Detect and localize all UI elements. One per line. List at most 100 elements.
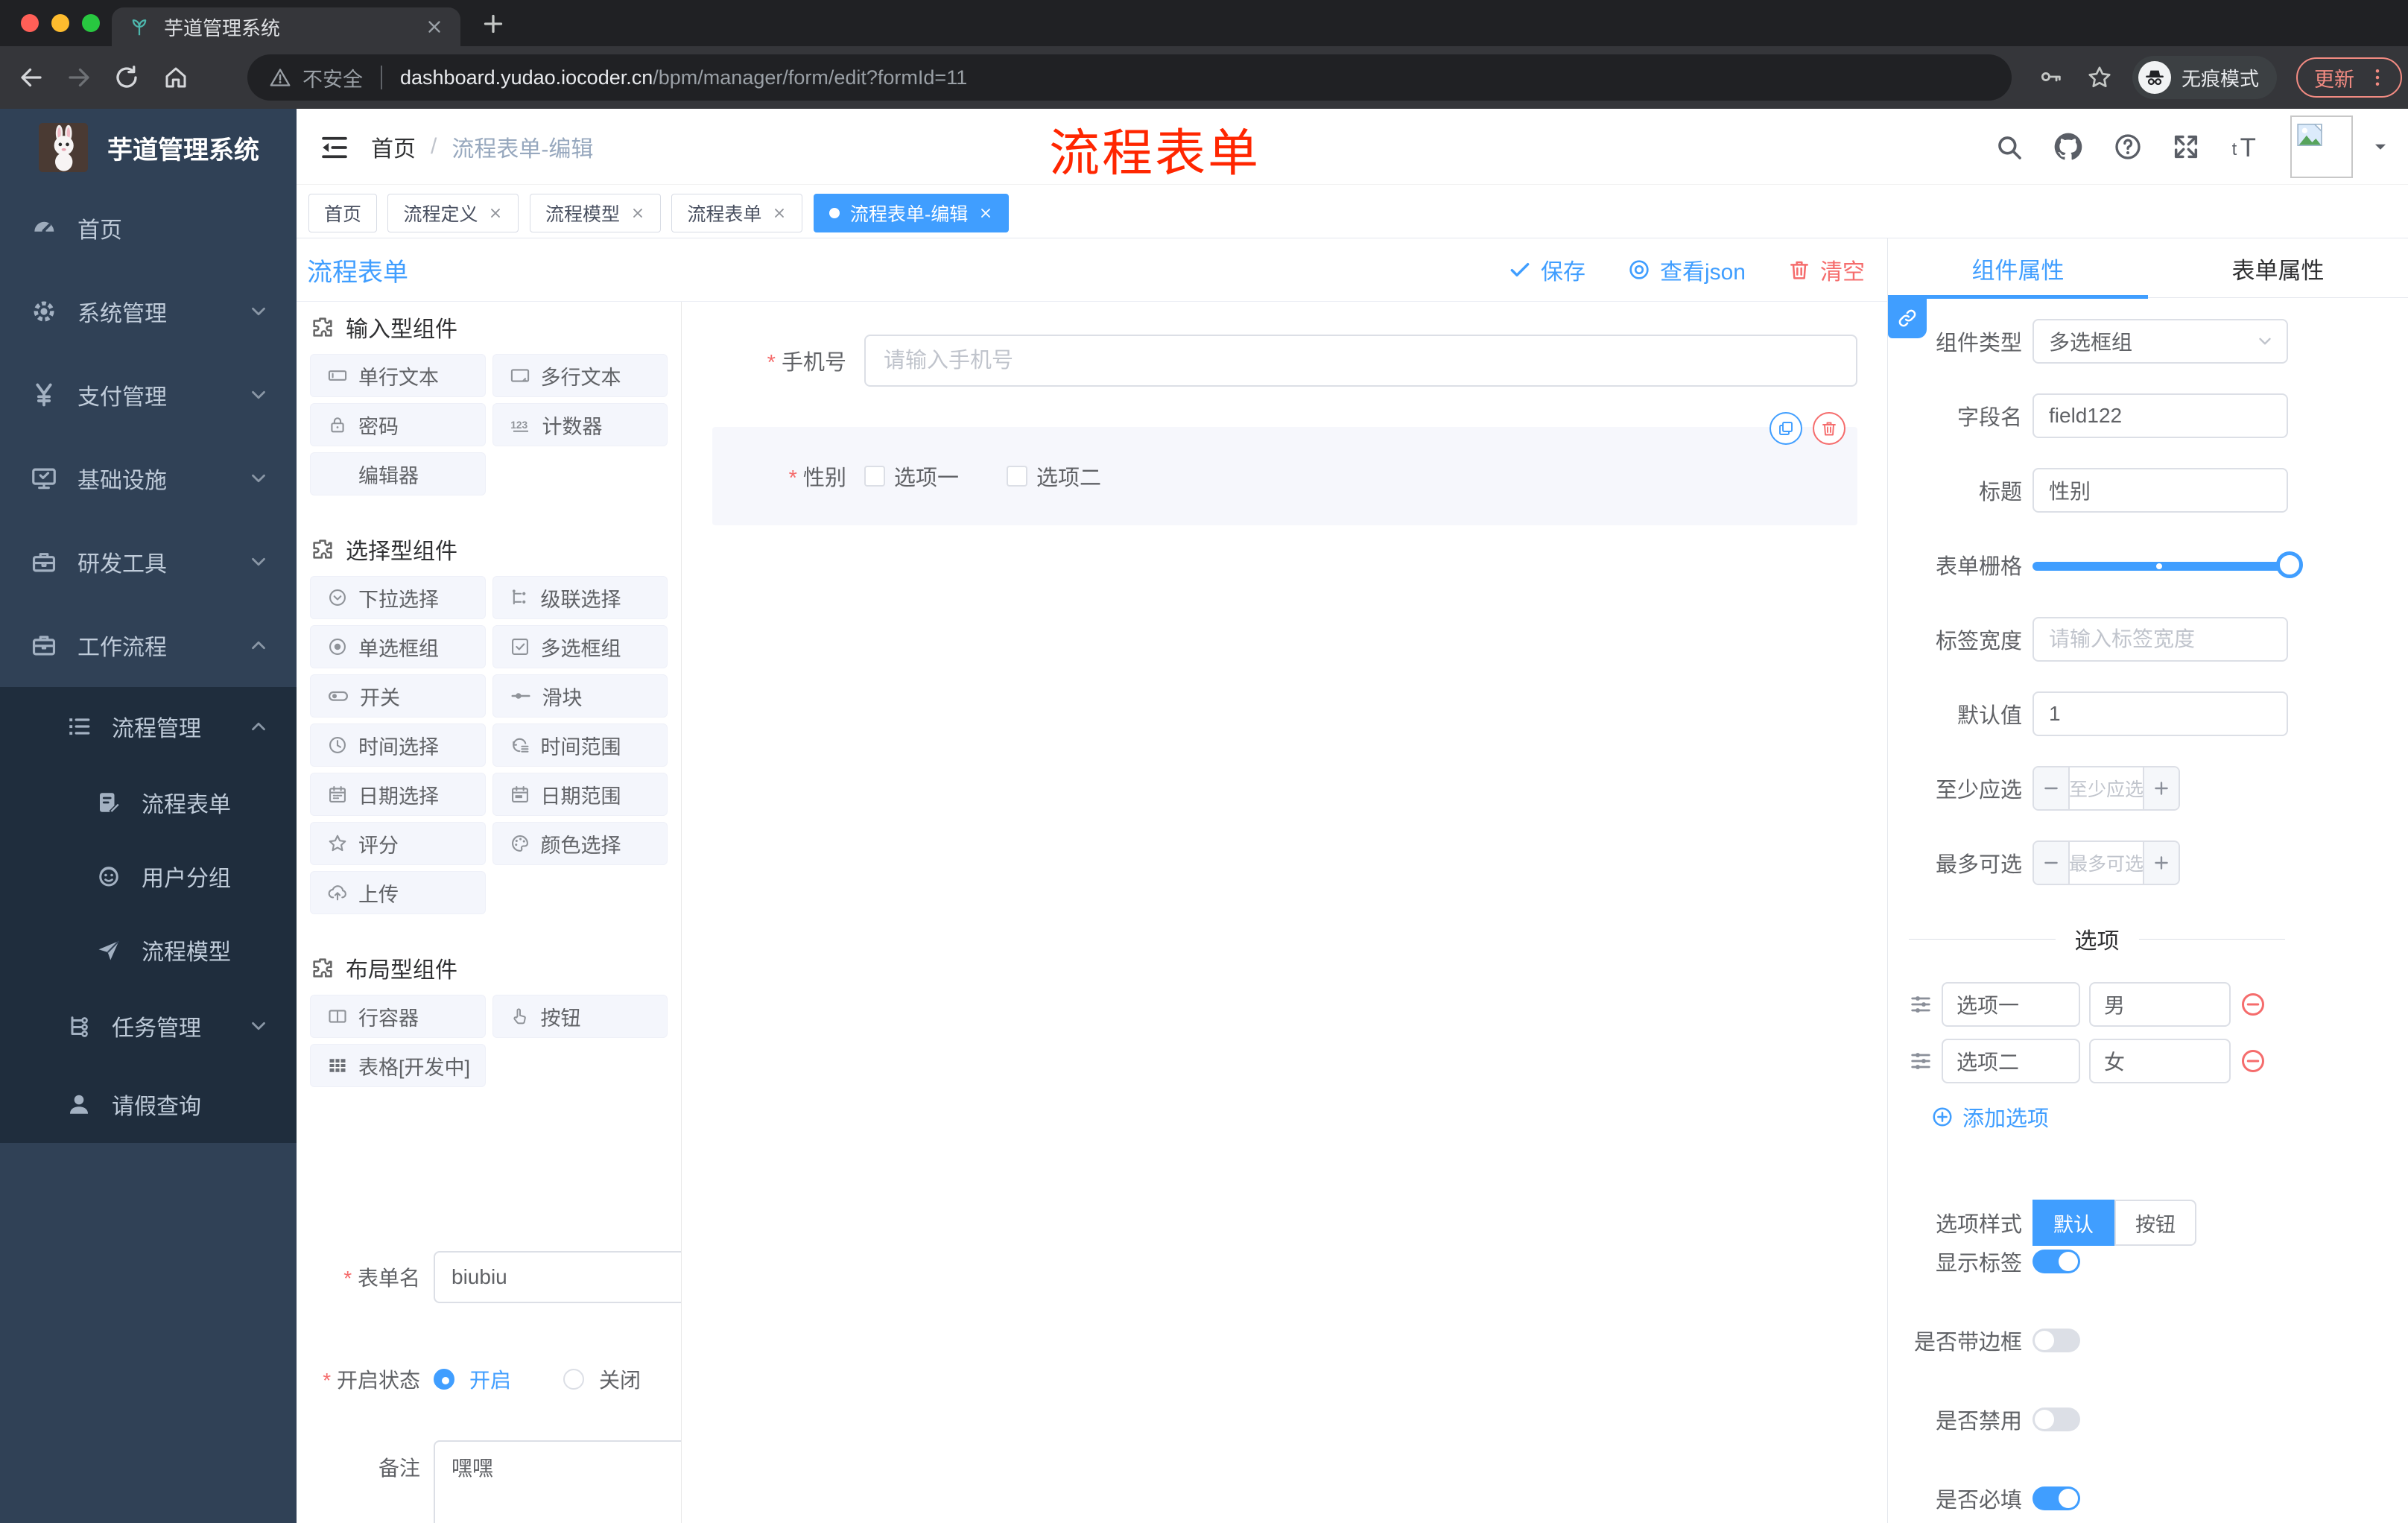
component-time-range[interactable]: 时间范围 — [492, 723, 668, 767]
tag-process-form[interactable]: 流程表单 — [671, 194, 803, 232]
component-row-container[interactable]: 行容器 — [310, 995, 486, 1038]
view-json-button[interactable]: 查看json — [1627, 253, 1746, 286]
component-cascader[interactable]: 级联选择 — [492, 576, 668, 619]
tab-component-props[interactable]: 组件属性 — [1888, 238, 2148, 298]
option-value-input[interactable] — [2089, 1039, 2231, 1083]
form-canvas[interactable]: 手机号 性别 选项一 选项二 — [682, 302, 1887, 1523]
option-label-input[interactable] — [1942, 1039, 2080, 1083]
border-switch[interactable] — [2032, 1329, 2080, 1352]
back-icon[interactable] — [18, 64, 45, 91]
show-label-switch[interactable] — [2032, 1250, 2080, 1273]
bookmark-star-icon[interactable] — [2086, 64, 2113, 91]
status-radio-on[interactable]: 开启 — [434, 1364, 511, 1394]
sidebar-collapse-icon[interactable] — [319, 132, 350, 163]
canvas-selected-widget-gender[interactable]: 性别 选项一 选项二 — [712, 412, 1857, 525]
help-icon[interactable] — [2113, 132, 2143, 162]
sidebar-item-process-mgmt[interactable]: 流程管理 — [0, 687, 297, 765]
component-slider[interactable]: 滑块 — [492, 674, 668, 718]
browser-tab[interactable]: 芋道管理系统 — [112, 7, 460, 46]
security-label[interactable]: 不安全 — [302, 63, 363, 92]
sidebar-item-process-model[interactable]: 流程模型 — [0, 913, 297, 987]
disabled-switch[interactable] — [2032, 1408, 2080, 1431]
slider-handle[interactable] — [2276, 551, 2303, 578]
phone-input[interactable] — [864, 335, 1857, 387]
remove-option-button[interactable] — [2240, 991, 2266, 1018]
stepper-value[interactable]: 至少应选 — [2070, 767, 2143, 809]
sidebar-item-devtools[interactable]: 研发工具 — [0, 520, 297, 604]
url-bar[interactable]: 不安全 dashboard.yudao.iocoder.cn/bpm/manag… — [247, 54, 2012, 101]
gender-option-2[interactable]: 选项二 — [1007, 460, 1101, 492]
stepper-minus-button[interactable] — [2034, 842, 2070, 884]
component-rate[interactable]: 评分 — [310, 822, 486, 865]
drag-handle-icon[interactable] — [1909, 1049, 1933, 1073]
window-zoom-button[interactable] — [82, 14, 100, 32]
app-logo-row[interactable]: 芋道管理系统 — [0, 109, 297, 186]
save-button[interactable]: 保存 — [1508, 253, 1585, 286]
search-icon[interactable] — [1994, 132, 2024, 162]
gender-option-1[interactable]: 选项一 — [864, 460, 959, 492]
status-radio-off[interactable]: 关闭 — [563, 1364, 641, 1394]
form-name-input[interactable] — [434, 1251, 681, 1303]
default-value-input[interactable] — [2032, 691, 2288, 736]
form-grid-slider[interactable] — [2032, 542, 2303, 587]
component-select[interactable]: 下拉选择 — [310, 576, 486, 619]
stepper-value[interactable]: 最多可选 — [2070, 842, 2143, 884]
tag-process-definition[interactable]: 流程定义 — [387, 194, 519, 232]
key-icon[interactable] — [2038, 64, 2064, 89]
font-size-icon[interactable] — [2229, 130, 2262, 163]
option-label-input[interactable] — [1942, 982, 2080, 1027]
stepper-plus-button[interactable] — [2143, 767, 2179, 809]
not-secure-warning-icon[interactable] — [270, 67, 291, 88]
home-icon[interactable] — [162, 64, 189, 91]
form-remark-textarea[interactable]: 嘿嘿 — [434, 1440, 681, 1523]
component-switch[interactable]: 开关 — [310, 674, 486, 718]
sidebar-item-process-form[interactable]: 流程表单 — [0, 765, 297, 839]
required-switch[interactable] — [2032, 1486, 2080, 1510]
component-date-picker[interactable]: 日期选择 — [310, 773, 486, 816]
component-editor[interactable]: 编辑器 — [310, 452, 486, 495]
sidebar-item-leave-query[interactable]: 请假查询 — [0, 1065, 297, 1143]
component-radio-group[interactable]: 单选框组 — [310, 625, 486, 668]
tab-close-icon[interactable] — [425, 17, 444, 37]
avatar[interactable] — [2290, 115, 2353, 178]
component-counter[interactable]: 计数器 — [492, 403, 668, 446]
sidebar-item-payment[interactable]: 支付管理 — [0, 353, 297, 437]
sidebar-item-user-group[interactable]: 用户分组 — [0, 839, 297, 913]
component-table-dev[interactable]: 表格[开发中] — [310, 1044, 486, 1087]
tag-close-icon[interactable] — [772, 206, 787, 221]
tag-home[interactable]: 首页 — [308, 194, 378, 232]
style-default-button[interactable]: 默认 — [2032, 1200, 2114, 1246]
tab-form-props[interactable]: 表单属性 — [2148, 238, 2408, 298]
component-upload[interactable]: 上传 — [310, 871, 486, 914]
reload-icon[interactable] — [113, 64, 140, 91]
tag-close-icon[interactable] — [978, 206, 993, 221]
component-time-picker[interactable]: 时间选择 — [310, 723, 486, 767]
github-icon[interactable] — [2052, 130, 2085, 163]
sidebar-item-system[interactable]: 系统管理 — [0, 270, 297, 353]
field-link-toggle[interactable] — [1888, 298, 1927, 338]
component-password[interactable]: 密码 — [310, 403, 486, 446]
style-button-button[interactable]: 按钮 — [2114, 1200, 2196, 1246]
sidebar-item-home[interactable]: 首页 — [0, 186, 297, 270]
canvas-phone-field[interactable]: 手机号 — [712, 335, 1857, 387]
title-input[interactable] — [2032, 468, 2288, 513]
label-width-input[interactable] — [2032, 617, 2288, 662]
sidebar-item-infra[interactable]: 基础设施 — [0, 437, 297, 520]
tag-close-icon[interactable] — [488, 206, 503, 221]
drag-handle-icon[interactable] — [1909, 992, 1933, 1016]
remove-option-button[interactable] — [2240, 1048, 2266, 1074]
tag-process-model[interactable]: 流程模型 — [529, 194, 661, 232]
stepper-plus-button[interactable] — [2143, 842, 2179, 884]
widget-copy-button[interactable] — [1769, 412, 1802, 445]
breadcrumb-home[interactable]: 首页 — [371, 130, 416, 163]
new-tab-icon[interactable] — [480, 10, 507, 37]
component-date-range[interactable]: 日期范围 — [492, 773, 668, 816]
component-type-select[interactable]: 多选框组 — [2032, 319, 2288, 364]
sidebar-item-task-mgmt[interactable]: 任务管理 — [0, 987, 297, 1065]
component-color-picker[interactable]: 颜色选择 — [492, 822, 668, 865]
url-text[interactable]: dashboard.yudao.iocoder.cn/bpm/manager/f… — [400, 66, 967, 89]
tag-process-form-edit[interactable]: 流程表单-编辑 — [813, 194, 1010, 232]
forward-icon[interactable] — [66, 64, 92, 91]
component-checkbox-group[interactable]: 多选框组 — [492, 625, 668, 668]
sidebar-item-workflow[interactable]: 工作流程 — [0, 604, 297, 687]
